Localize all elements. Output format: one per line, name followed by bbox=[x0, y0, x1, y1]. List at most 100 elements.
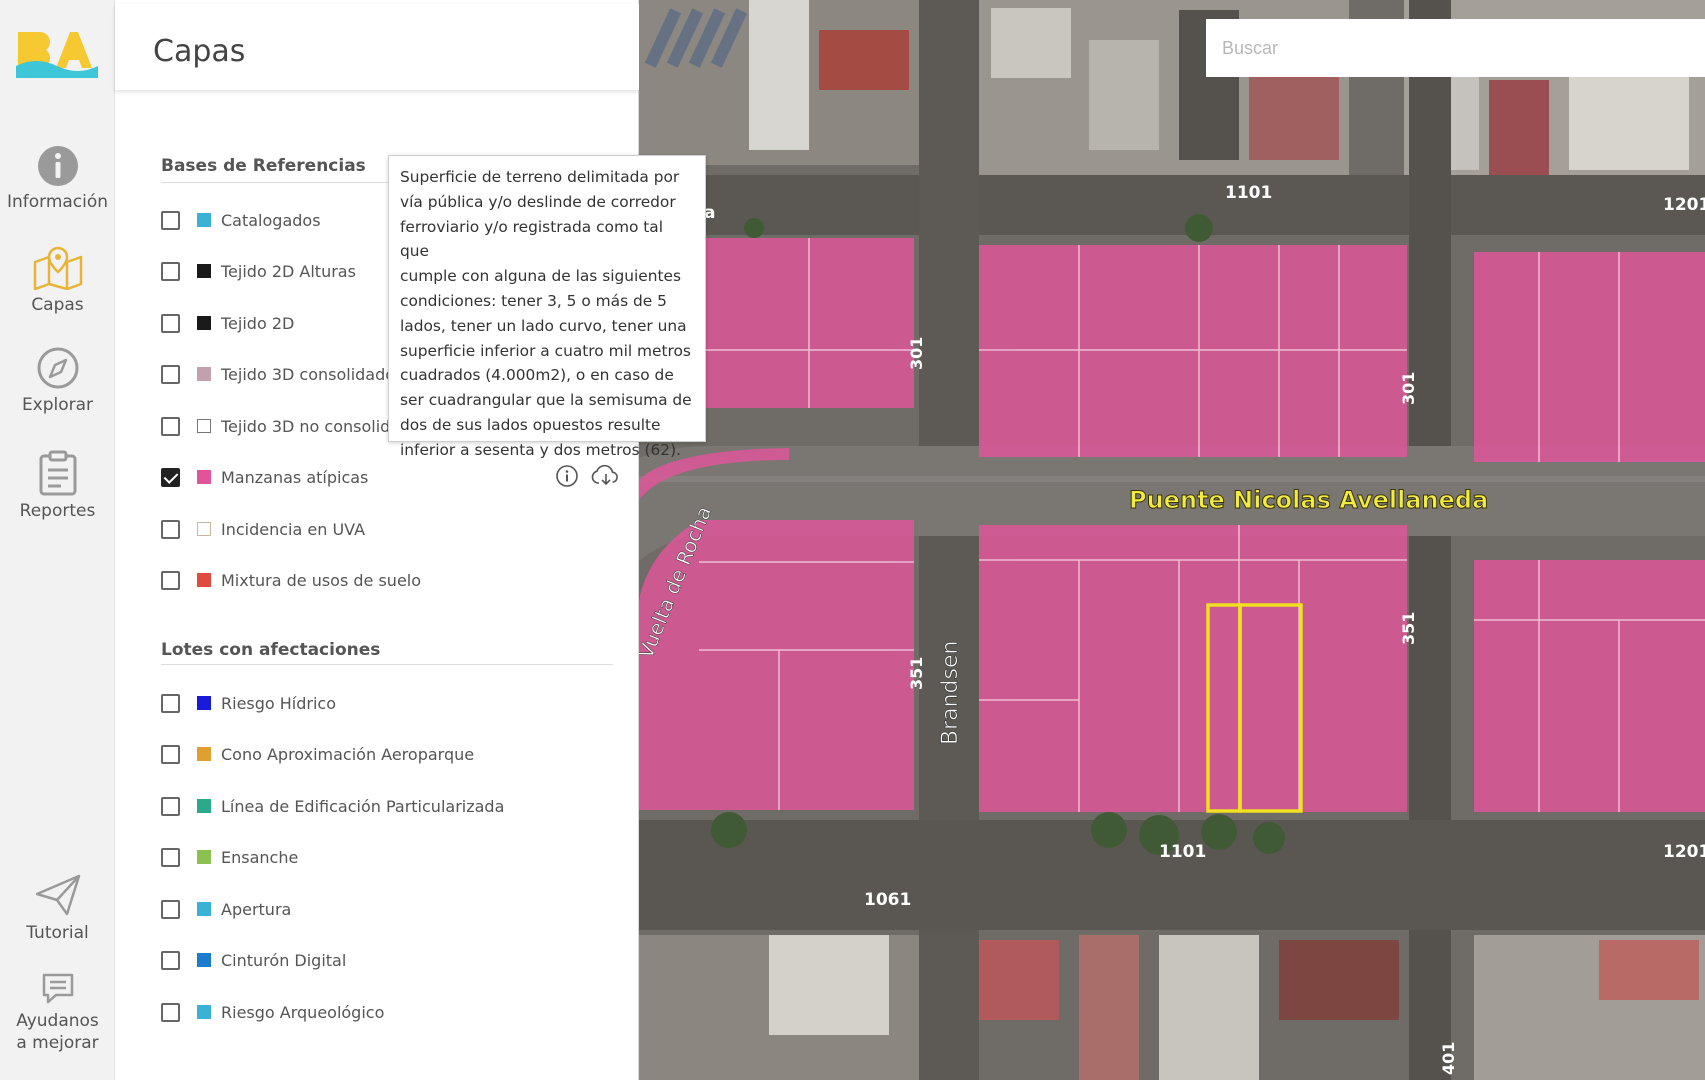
layer-checkbox[interactable] bbox=[161, 1002, 180, 1022]
rail-item-reportes[interactable]: Reportes bbox=[0, 450, 115, 522]
layer-checkbox[interactable] bbox=[161, 847, 180, 867]
layer-checkbox[interactable] bbox=[161, 467, 180, 487]
layer-checkbox[interactable] bbox=[161, 950, 180, 970]
tooltip-line: Superficie de terreno delimitada por bbox=[400, 168, 680, 186]
street-number-label: 301 bbox=[1399, 372, 1418, 405]
rail-item-explorar[interactable]: Explorar bbox=[0, 346, 115, 416]
street-name-label: Brandsen bbox=[938, 641, 963, 745]
street-number-label: 351 bbox=[907, 657, 926, 690]
layer-checkbox[interactable] bbox=[161, 899, 180, 919]
layer-color-swatch bbox=[197, 573, 211, 587]
clipboard-icon bbox=[39, 450, 76, 496]
layer-color-swatch bbox=[197, 264, 211, 278]
rail-item-informacion[interactable]: Información bbox=[0, 145, 115, 213]
layer-row-cinturon-digital[interactable]: Cinturón Digital bbox=[161, 945, 621, 975]
layer-color-swatch bbox=[197, 953, 211, 967]
layer-label: Tejido 2D bbox=[221, 313, 295, 333]
layer-color-swatch bbox=[197, 696, 211, 710]
layer-color-swatch bbox=[197, 799, 211, 813]
tooltip-line: superficie inferior a cuatro mil metros bbox=[400, 341, 691, 360]
layer-label: Manzanas atípicas bbox=[221, 467, 369, 487]
layer-label: Cono Aproximación Aeroparque bbox=[221, 744, 475, 764]
layer-label: Mixtura de usos de suelo bbox=[221, 570, 422, 590]
panel-header: Capas bbox=[115, 4, 639, 90]
layer-row-linea-edificacion[interactable]: Línea de Edificación Particularizada bbox=[161, 791, 621, 821]
rail-label: Ayudanos a mejorar bbox=[16, 1011, 99, 1053]
layer-info-tooltip: Superficie de terreno delimitada por vía… bbox=[388, 155, 706, 459]
layer-color-swatch bbox=[197, 316, 211, 330]
section-title-bases: Bases de Referencias bbox=[161, 156, 366, 176]
layer-row-manzanas-atipicas[interactable]: Manzanas atípicas bbox=[161, 462, 621, 492]
layer-label: Riesgo Arqueológico bbox=[221, 1002, 385, 1022]
cloud-download-icon[interactable] bbox=[591, 464, 621, 488]
layer-row-cono-aeroparque[interactable]: Cono Aproximación Aeroparque bbox=[161, 739, 621, 769]
layer-row-mixtura-usos[interactable]: Mixtura de usos de suelo bbox=[161, 565, 621, 595]
layer-actions bbox=[555, 464, 621, 488]
tooltip-line: inferior a sesenta y dos metros (62). bbox=[400, 440, 681, 459]
map-layers-icon bbox=[33, 246, 82, 290]
ba-logo[interactable] bbox=[16, 28, 98, 78]
tooltip-line: ferroviario y/o registrada como tal que bbox=[400, 217, 664, 261]
layer-label: Ensanche bbox=[221, 847, 299, 867]
tooltip-line: cuadrados (4.000m2), o en caso de bbox=[400, 366, 674, 385]
search-box[interactable] bbox=[1206, 19, 1705, 77]
layer-checkbox[interactable] bbox=[161, 416, 180, 436]
bridge-name-label: Puente Nicolas Avellaneda bbox=[1129, 486, 1488, 514]
rail-item-capas[interactable]: Capas bbox=[0, 244, 115, 316]
tooltip-line: dos de sus lados opuestos resulte bbox=[400, 415, 661, 434]
satellite-map[interactable]: 1101 1201 1101 1201 1061 a 301 301 351 3… bbox=[639, 0, 1705, 1080]
tooltip-line: lados, tener un lado curvo, tener una bbox=[400, 316, 687, 335]
layer-color-swatch bbox=[197, 902, 211, 916]
layer-checkbox[interactable] bbox=[161, 364, 180, 384]
icon-rail: Información Capas Explorar Reportes Tuto… bbox=[0, 0, 115, 1080]
layer-checkbox[interactable] bbox=[161, 744, 180, 764]
street-number-label: 351 bbox=[1399, 612, 1418, 645]
layer-row-ensanche[interactable]: Ensanche bbox=[161, 842, 621, 872]
rail-label: Información bbox=[6, 192, 109, 212]
street-number-label: 1061 bbox=[864, 890, 911, 910]
tooltip-line: cumple con alguna de las siguientes bbox=[400, 267, 682, 286]
rail-item-tutorial[interactable]: Tutorial bbox=[0, 872, 115, 944]
street-number-label: 401 bbox=[1439, 1042, 1458, 1075]
rail-label: Reportes bbox=[19, 501, 96, 521]
section-title-lotes: Lotes con afectaciones bbox=[161, 640, 381, 660]
info-icon[interactable] bbox=[555, 464, 579, 488]
rail-item-ayudanos[interactable]: Ayudanos a mejorar bbox=[0, 972, 115, 1054]
layer-checkbox[interactable] bbox=[161, 693, 180, 713]
layer-label: Incidencia en UVA bbox=[221, 519, 366, 539]
layer-checkbox[interactable] bbox=[161, 313, 180, 333]
layer-label: Riesgo Hídrico bbox=[221, 693, 337, 713]
tooltip-line: condiciones: tener 3, 5 o más de 5 bbox=[400, 291, 667, 310]
layer-row-incidencia-uva[interactable]: Incidencia en UVA bbox=[161, 514, 621, 544]
map-view[interactable]: 1101 1201 1101 1201 1061 a 301 301 351 3… bbox=[639, 0, 1705, 1080]
layer-checkbox[interactable] bbox=[161, 570, 180, 590]
manzana-atipica[interactable] bbox=[1474, 252, 1705, 462]
search-input[interactable] bbox=[1206, 19, 1705, 77]
layer-checkbox[interactable] bbox=[161, 261, 180, 281]
manzana-atipica[interactable] bbox=[1474, 560, 1705, 812]
layer-checkbox[interactable] bbox=[161, 210, 180, 230]
info-icon bbox=[37, 146, 78, 186]
layer-label: Catalogados bbox=[221, 210, 321, 230]
page-title: Capas bbox=[153, 34, 246, 69]
street-number-label: 1101 bbox=[1159, 842, 1206, 862]
compass-icon bbox=[37, 347, 78, 389]
layer-color-swatch bbox=[197, 850, 211, 864]
layer-row-apertura[interactable]: Apertura bbox=[161, 894, 621, 924]
layer-row-riesgo-arqueologico[interactable]: Riesgo Arqueológico bbox=[161, 997, 621, 1027]
layer-color-swatch bbox=[197, 213, 211, 227]
layer-checkbox[interactable] bbox=[161, 519, 180, 539]
manzana-atipica[interactable] bbox=[979, 525, 1407, 812]
layer-checkbox[interactable] bbox=[161, 796, 180, 816]
street-number-label: 1101 bbox=[1225, 183, 1272, 203]
street-number-label: 1201 bbox=[1663, 842, 1705, 862]
layer-row-riesgo-hidrico[interactable]: Riesgo Hídrico bbox=[161, 688, 621, 718]
rail-label: Tutorial bbox=[26, 923, 89, 943]
rail-label: Capas bbox=[31, 295, 84, 315]
tooltip-line: vía pública y/o deslinde de corredor bbox=[400, 192, 676, 211]
street-number-label: 1201 bbox=[1663, 195, 1705, 215]
manzana-atipica[interactable] bbox=[979, 245, 1407, 457]
layer-label: Línea de Edificación Particularizada bbox=[221, 796, 505, 816]
paper-plane-icon bbox=[35, 874, 80, 916]
section-divider bbox=[161, 664, 613, 665]
